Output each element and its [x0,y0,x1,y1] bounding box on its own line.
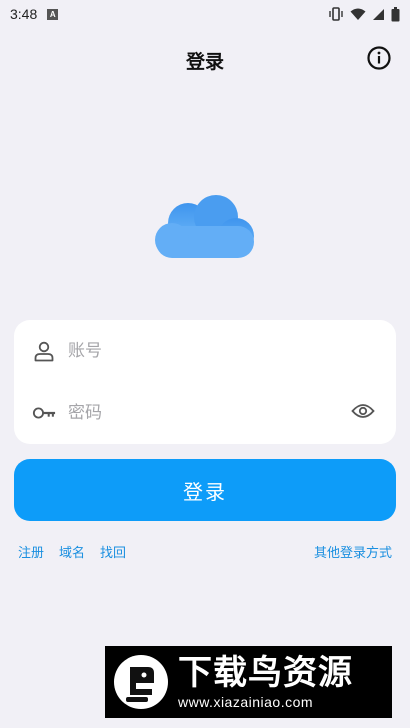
wifi-icon [350,8,366,21]
account-field [14,320,396,382]
page-title: 登录 [185,50,224,73]
status-icons [328,6,400,22]
password-field [14,382,396,444]
watermark: 下载鸟资源 www.xiazainiao.com [105,646,392,718]
domain-link[interactable]: 域名 [59,542,85,561]
key-icon [32,401,56,425]
user-icon [32,339,56,363]
vibrate-icon [328,7,344,21]
status-bar: 3:48 A [0,0,410,28]
watermark-logo-icon [112,653,170,711]
watermark-title: 下载鸟资源 [178,653,353,693]
app-logo [150,190,262,265]
recover-link[interactable]: 找回 [100,542,126,561]
title-bar: 登录 [0,40,410,80]
login-button[interactable]: 登录 [14,459,396,521]
account-input[interactable] [68,331,338,371]
show-password-button[interactable] [350,401,376,425]
eye-icon [351,403,375,423]
signal-icon [372,8,385,21]
register-link[interactable]: 注册 [18,542,44,561]
login-form-card [14,320,396,444]
info-icon [367,46,391,74]
status-time: 3:48 [10,6,38,22]
other-login-link[interactable]: 其他登录方式 [314,542,392,561]
status-indicator-icon: A [47,8,59,20]
auth-links: 注册 域名 找回 其他登录方式 [18,541,392,561]
battery-icon [391,6,400,22]
watermark-text: 下载鸟资源 www.xiazainiao.com [178,653,353,711]
cloud-icon [150,195,262,269]
info-button[interactable] [366,46,392,74]
password-input[interactable] [68,393,338,433]
watermark-url: www.xiazainiao.com [178,694,314,710]
